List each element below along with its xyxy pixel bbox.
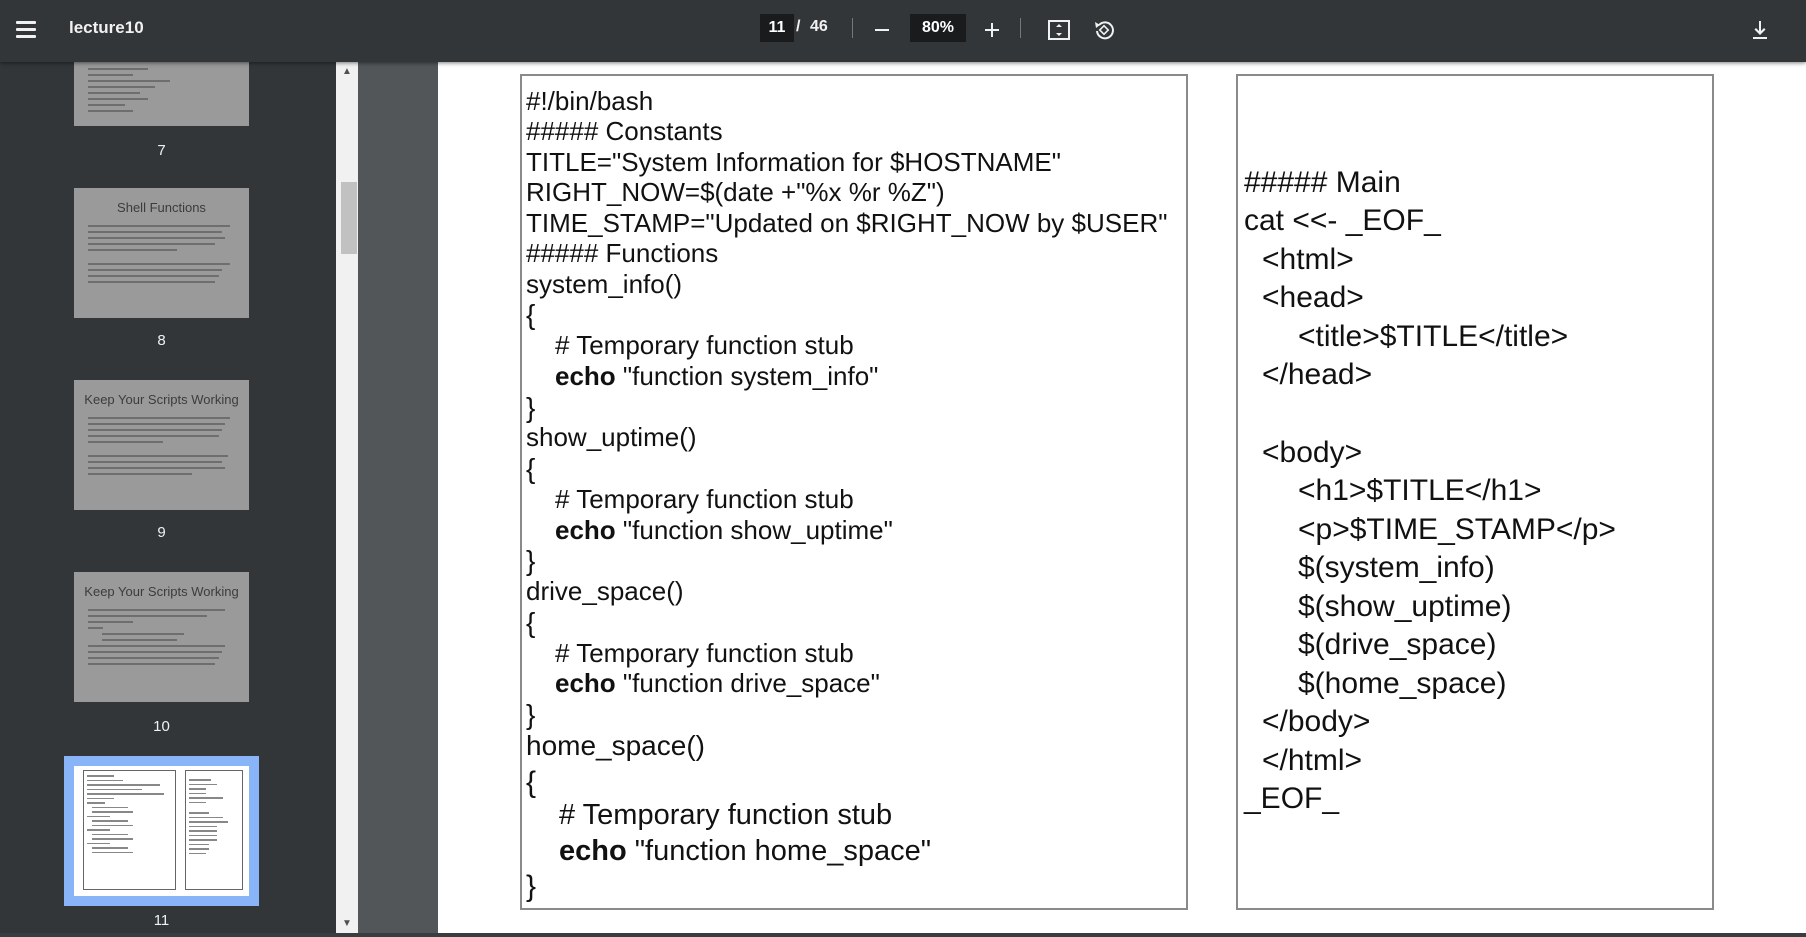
code-line: </head> [1262, 358, 1373, 391]
code-string: "function system_info" [615, 361, 879, 391]
thumbnail-left-box [83, 770, 176, 890]
page-separator: / [796, 18, 801, 35]
horizontal-scrollbar[interactable] [0, 933, 1806, 937]
code-line: </html> [1262, 744, 1363, 777]
thumbnail-title: Keep Your Scripts Working [84, 584, 239, 599]
document-title: lecture10 [69, 18, 144, 37]
code-keyword: echo [555, 515, 616, 545]
code-line: } [526, 545, 536, 576]
functions-code-box: #!/bin/bash ##### Constants TITLE="Syste… [520, 74, 1188, 910]
rotate-icon[interactable] [1088, 14, 1120, 46]
code-line: RIGHT_NOW=$(date +"%x %r %Z") [526, 177, 945, 207]
toolbar-divider [852, 18, 853, 38]
code-line: show_uptime() [526, 422, 697, 452]
code-line: TITLE="System Information for $HOSTNAME" [526, 147, 1061, 177]
toolbar-divider [1020, 18, 1021, 38]
code-string: "function home_space" [626, 835, 932, 867]
code-line: { [526, 607, 536, 638]
code-line: { [526, 453, 536, 484]
code-line: $(drive_space) [1298, 628, 1497, 661]
scroll-down-arrow-icon[interactable]: ▼ [341, 918, 353, 930]
thumbnail-page-number: 8 [157, 332, 166, 349]
code-line: <html> [1262, 243, 1354, 276]
code-line: </body> [1262, 705, 1371, 738]
page-thumbnail[interactable]: Keep Your Scripts Working [74, 380, 249, 510]
zoom-in-icon[interactable] [976, 14, 1008, 46]
code-line: ##### Main [1244, 166, 1401, 199]
page-thumbnail[interactable]: Shell Functions [74, 188, 249, 318]
code-line: echo "function drive_space" [555, 668, 880, 699]
thumbnail-title: Keep Your Scripts Working [84, 392, 239, 407]
code-line: } [526, 699, 536, 730]
code-line: _EOF_ [1244, 782, 1340, 815]
code-keyword: echo [555, 668, 616, 698]
code-line: { [526, 766, 537, 799]
code-line: $(system_info) [1298, 551, 1495, 584]
code-line: <body> [1262, 436, 1363, 469]
page-number-input[interactable]: 11 [760, 14, 794, 42]
code-string: "function show_uptime" [615, 515, 893, 545]
thumbnail-sidebar: 7 Shell Functions 8 Keep Your Scripts Wo… [0, 62, 336, 937]
code-line: ##### Constants [526, 116, 723, 146]
code-line: <h1>$TITLE</h1> [1298, 474, 1542, 507]
main-code-box: ##### Main cat <<- _EOF_ <html> <head> <… [1236, 74, 1714, 910]
code-line: ##### Functions [526, 238, 719, 268]
code-line: echo "function home_space" [559, 835, 931, 868]
code-line: system_info() [526, 269, 683, 299]
code-comment: # Temporary function stub [559, 799, 893, 831]
code-line: $(show_uptime) [1298, 590, 1512, 623]
thumbnail-page-number: 7 [157, 142, 166, 159]
thumbnail-page-number: 9 [157, 524, 166, 541]
zoom-out-icon[interactable] [866, 14, 898, 46]
page-thumbnail-selected[interactable] [64, 756, 259, 906]
zoom-level-input[interactable]: 80% [910, 14, 966, 42]
code-comment: # Temporary function stub [555, 330, 854, 360]
code-line: } [526, 392, 536, 423]
menu-icon[interactable] [12, 16, 40, 44]
code-line: } [526, 870, 537, 903]
code-line: cat <<- _EOF_ [1244, 204, 1441, 237]
code-line: TIME_STAMP="Updated on $RIGHT_NOW by $US… [526, 208, 1168, 238]
sidebar-scrollbar-thumb[interactable] [341, 182, 357, 254]
code-line: drive_space() [526, 576, 684, 606]
download-icon[interactable] [1744, 14, 1776, 46]
page-thumbnail[interactable] [74, 62, 249, 126]
thumbnail-page-number: 11 [153, 912, 170, 929]
code-comment: # Temporary function stub [555, 484, 854, 514]
code-string: "function drive_space" [615, 668, 880, 698]
code-keyword: echo [555, 361, 616, 391]
fit-to-page-icon[interactable] [1043, 14, 1075, 46]
code-line: $(home_space) [1298, 667, 1507, 700]
code-line: { [526, 299, 536, 330]
page-thumbnail[interactable]: Keep Your Scripts Working [74, 572, 249, 702]
code-line: echo "function system_info" [555, 361, 878, 392]
code-line: <title>$TITLE</title> [1298, 320, 1569, 353]
pdf-toolbar: lecture10 11 / 46 80% [0, 0, 1806, 62]
code-line: echo "function show_uptime" [555, 515, 893, 546]
code-comment: # Temporary function stub [555, 638, 854, 668]
code-line: home_space() [526, 730, 705, 761]
thumbnail-preview [74, 766, 249, 896]
total-pages: 46 [810, 18, 828, 35]
code-line: <p>$TIME_STAMP</p> [1298, 513, 1616, 546]
pdf-page: #!/bin/bash ##### Constants TITLE="Syste… [438, 62, 1806, 937]
thumbnail-right-box [185, 770, 243, 890]
thumbnail-title: Shell Functions [117, 200, 206, 215]
thumbnail-page-number: 10 [153, 718, 170, 735]
scroll-up-arrow-icon[interactable]: ▲ [341, 66, 353, 78]
code-keyword: echo [559, 835, 627, 867]
code-line: <head> [1262, 281, 1364, 314]
code-line: #!/bin/bash [526, 86, 654, 116]
